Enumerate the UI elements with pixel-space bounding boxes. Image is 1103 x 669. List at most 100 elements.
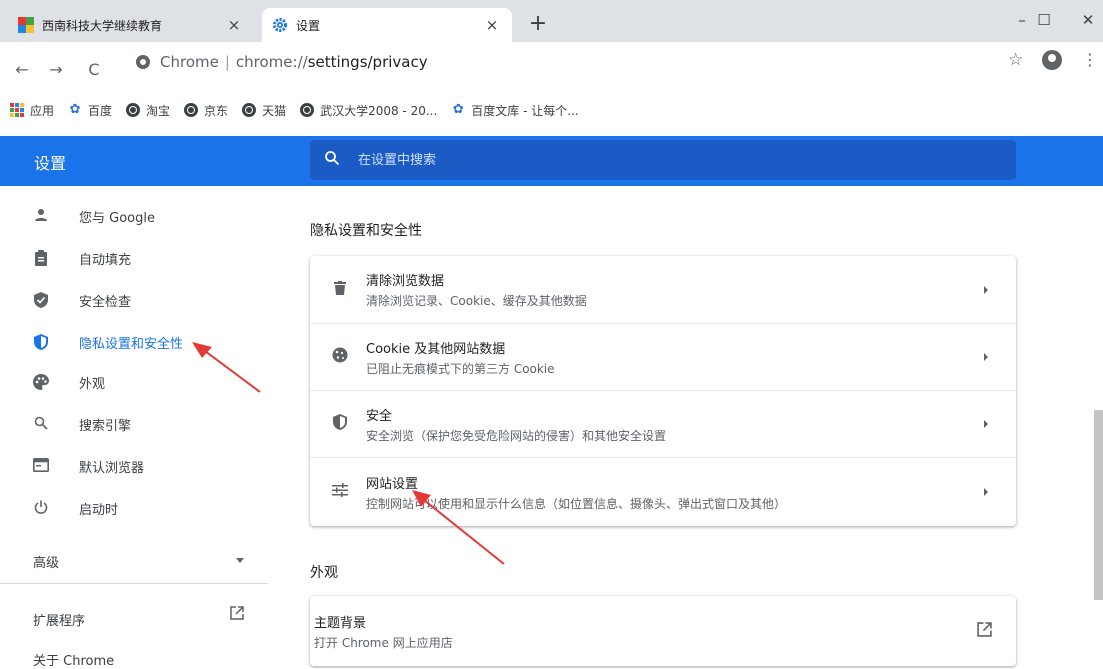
browser-menu-icon[interactable]: ⋮ [1082,50,1098,69]
trash-icon [330,280,350,300]
address-bar[interactable]: Chrome | chrome://settings/privacy [120,50,1000,74]
row-title: 主题背景 [314,615,367,631]
bookmark-taobao[interactable]: 淘宝 [126,102,170,119]
omnibox-site: Chrome [160,53,219,71]
row-subtitle: 打开 Chrome 网上应用店 [314,635,453,650]
search-input[interactable] [356,151,960,169]
external-link-icon[interactable] [977,621,992,641]
sliders-icon [330,482,350,502]
apps-icon [10,103,24,117]
row-title: 安全 [366,408,393,424]
sidebar-item-label: 默认浏览器 [79,460,145,476]
settings-sidebar: 您与 Google 自动填充 安全检查 隐私设置和安全性 外观 搜索引擎 默认浏… [0,186,268,669]
chevron-right-icon [984,285,988,294]
bookmark-star-icon[interactable]: ☆ [1008,50,1023,70]
browser-toolbar: ← → C Chrome | chrome://settings/privacy… [0,42,1103,104]
back-icon[interactable]: ← [10,58,34,82]
row-subtitle: 安全浏览（保护您免受危险网站的侵害）和其他安全设置 [366,428,667,443]
window-close-icon[interactable]: ✕ [1068,8,1103,32]
row-security[interactable]: 安全 安全浏览（保护您免受危险网站的侵害）和其他安全设置 [310,390,1016,457]
row-subtitle: 已阻止无痕模式下的第三方 Cookie [366,361,555,376]
row-subtitle: 清除浏览记录、Cookie、缓存及其他数据 [366,294,587,308]
sidebar-item-you-and-google[interactable]: 您与 Google [0,196,268,236]
search-icon [33,416,49,432]
sidebar-item-default-browser[interactable]: 默认浏览器 [0,446,268,486]
gear-icon [273,18,287,32]
baidu-paw-icon: ✿ [452,102,464,117]
external-link-icon[interactable] [230,606,244,624]
sidebar-advanced[interactable]: 高级 [33,552,59,571]
chevron-down-icon[interactable] [236,558,244,563]
bookmark-wenku[interactable]: ✿ 百度文库 - 让每个... [451,102,579,119]
row-theme[interactable]: 主题背景 打开 Chrome 网上应用店 [310,596,1016,666]
chevron-right-icon [984,353,988,361]
sidebar-item-label: 您与 Google [79,210,155,226]
shield-check-icon [33,292,49,308]
bookmark-apps[interactable]: 应用 [10,102,54,119]
bookmark-label: 百度文库 - 让每个... [471,103,579,118]
privacy-card: 清除浏览数据 清除浏览记录、Cookie、缓存及其他数据 Cookie 及其他网… [310,256,1016,526]
sidebar-divider [0,583,268,584]
security-shield-icon [330,414,350,434]
sidebar-item-label: 自动填充 [79,252,132,268]
row-site-settings[interactable]: 网站设置 控制网站可以使用和显示什么信息（如位置信息、摄像头、弹出式窗口及其他） [310,457,1016,526]
tab-xnkd[interactable]: 西南科技大学继续教育 × [8,8,254,42]
row-title: 网站设置 [366,476,419,492]
appearance-card: 主题背景 打开 Chrome 网上应用店 [310,596,1016,666]
sidebar-item-safety-check[interactable]: 安全检查 [0,280,268,320]
sidebar-about-chrome[interactable]: 关于 Chrome [33,650,114,669]
bookmark-label: 京东 [204,103,229,118]
reload-icon[interactable]: C [82,58,106,82]
search-icon [324,150,344,170]
globe-icon [242,103,257,117]
tab-close-icon[interactable]: × [480,16,504,34]
globe-icon [300,103,315,117]
page-scrollbar[interactable] [1094,410,1103,600]
tab-settings[interactable]: 设置 × [262,8,512,42]
sidebar-extensions[interactable]: 扩展程序 [33,610,85,629]
privacy-shield-icon [33,334,49,350]
new-tab-button[interactable]: + [526,12,550,36]
settings-search[interactable] [310,140,1016,180]
bookmark-label: 淘宝 [146,103,171,118]
bookmark-label: 百度 [88,103,113,118]
sidebar-item-label: 外观 [79,376,106,392]
chevron-right-icon [984,488,988,496]
tab-close-icon[interactable]: × [222,16,246,34]
bookmark-jd[interactable]: 京东 [184,102,228,119]
site-favicon-icon [18,17,34,33]
sidebar-item-search-engine[interactable]: 搜索引擎 [0,404,268,444]
sidebar-item-on-startup[interactable]: 启动时 [0,488,268,528]
tab-title: 西南科技大学继续教育 [42,18,163,33]
sidebar-item-privacy[interactable]: 隐私设置和安全性 [0,322,268,362]
sidebar-item-label: 搜索引擎 [79,418,132,434]
omnibox-scheme: chrome:// [235,53,308,71]
sidebar-item-autofill[interactable]: 自动填充 [0,238,268,278]
globe-icon [184,103,199,117]
cookie-icon [330,347,350,367]
row-cookies[interactable]: Cookie 及其他网站数据 已阻止无痕模式下的第三方 Cookie [310,323,1016,390]
row-subtitle: 控制网站可以使用和显示什么信息（如位置信息、摄像头、弹出式窗口及其他） [366,496,787,511]
appearance-section-title: 外观 [310,565,338,581]
clipboard-icon [33,250,49,266]
omnibox-path: settings/privacy [307,53,428,71]
settings-header: 设置 [0,136,1103,186]
sidebar-item-label: 启动时 [79,502,119,518]
bookmark-label: 武汉大学2008 - 20... [320,103,438,118]
sidebar-item-appearance[interactable]: 外观 [0,362,268,402]
row-title: Cookie 及其他网站数据 [366,341,506,357]
baidu-paw-icon: ✿ [69,102,81,117]
maximize-icon[interactable]: ☐ [1024,8,1064,32]
row-clear-browsing-data[interactable]: 清除浏览数据 清除浏览记录、Cookie、缓存及其他数据 [310,256,1016,323]
sidebar-item-label: 安全检查 [79,294,132,310]
forward-icon[interactable]: → [44,58,68,82]
bookmark-tmall[interactable]: 天猫 [242,102,286,119]
profile-avatar-icon[interactable] [1042,50,1062,70]
bookmark-whu[interactable]: 武汉大学2008 - 20... [300,102,437,119]
bookmark-baidu[interactable]: ✿ 百度 [68,102,112,119]
chrome-site-icon [136,55,150,69]
privacy-section-title: 隐私设置和安全性 [310,223,422,239]
power-icon [33,500,49,516]
row-title: 清除浏览数据 [366,274,445,289]
person-icon [33,208,49,224]
